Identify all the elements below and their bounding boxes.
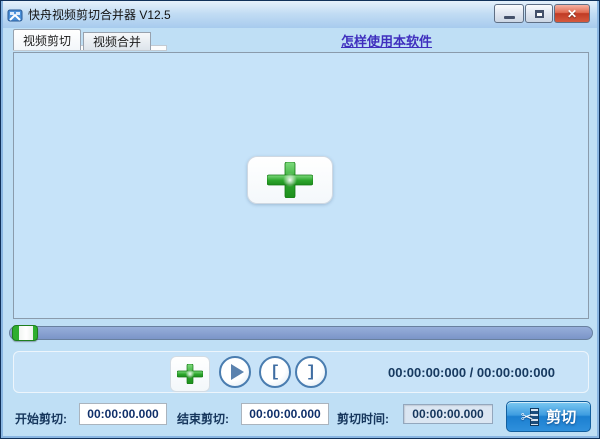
add-file-button[interactable]: [170, 356, 210, 392]
tab-video-merge[interactable]: 视频合并: [83, 32, 152, 50]
minimize-icon: [503, 16, 515, 19]
time-display: 00:00:00:000 / 00:00:00:000: [388, 364, 555, 380]
plus-icon: [177, 364, 203, 384]
cut-button-label: 剪切: [546, 409, 577, 426]
minimize-button[interactable]: [494, 4, 524, 23]
mark-start-button[interactable]: [: [259, 356, 291, 388]
start-cut-input[interactable]: [79, 403, 167, 425]
video-preview-area: [13, 52, 589, 319]
add-video-button[interactable]: [247, 156, 333, 204]
scissors-icon: ✂: [520, 408, 534, 426]
window-title: 快舟视频剪切合并器 V12.5: [28, 8, 171, 22]
tab-video-cut-label: 视频剪切: [23, 33, 72, 48]
tab-video-merge-label: 视频合并: [93, 35, 142, 49]
close-button[interactable]: ✕: [554, 4, 590, 23]
app-icon: [7, 9, 23, 21]
maximize-icon: [534, 9, 544, 18]
cut-duration-field: 00:00:00.000: [403, 404, 493, 424]
end-cut-input[interactable]: [241, 403, 329, 425]
bracket-close-icon: ]: [306, 363, 316, 381]
bracket-open-icon: [: [270, 363, 280, 381]
cut-button[interactable]: ✂ 剪切: [506, 401, 591, 432]
scissors-film-icon: ✂: [520, 407, 540, 426]
mark-end-button[interactable]: ]: [295, 356, 327, 388]
tab-strip: 视频剪切 视频合并: [13, 29, 152, 50]
cut-duration-label: 剪切时间:: [337, 412, 389, 426]
seek-slider-handle[interactable]: [12, 325, 38, 341]
end-cut-label: 结束剪切:: [177, 412, 229, 426]
play-icon: [230, 364, 244, 380]
close-icon: ✕: [566, 6, 578, 21]
tab-video-cut[interactable]: 视频剪切: [13, 29, 82, 50]
window-controls: ✕: [494, 4, 590, 23]
play-button[interactable]: [219, 356, 251, 388]
app-window: 快舟视频剪切合并器 V12.5 ✕ 视频剪切 视频合并 怎样使用本软件 [] …: [0, 0, 600, 439]
maximize-button[interactable]: [525, 4, 553, 23]
playback-panel: [ ] 00:00:00:000 / 00:00:00:000: [13, 351, 589, 393]
seek-slider[interactable]: [9, 325, 593, 341]
start-cut-label: 开始剪切:: [15, 412, 67, 426]
plus-icon: [267, 162, 313, 198]
help-link[interactable]: 怎样使用本软件: [341, 31, 432, 50]
